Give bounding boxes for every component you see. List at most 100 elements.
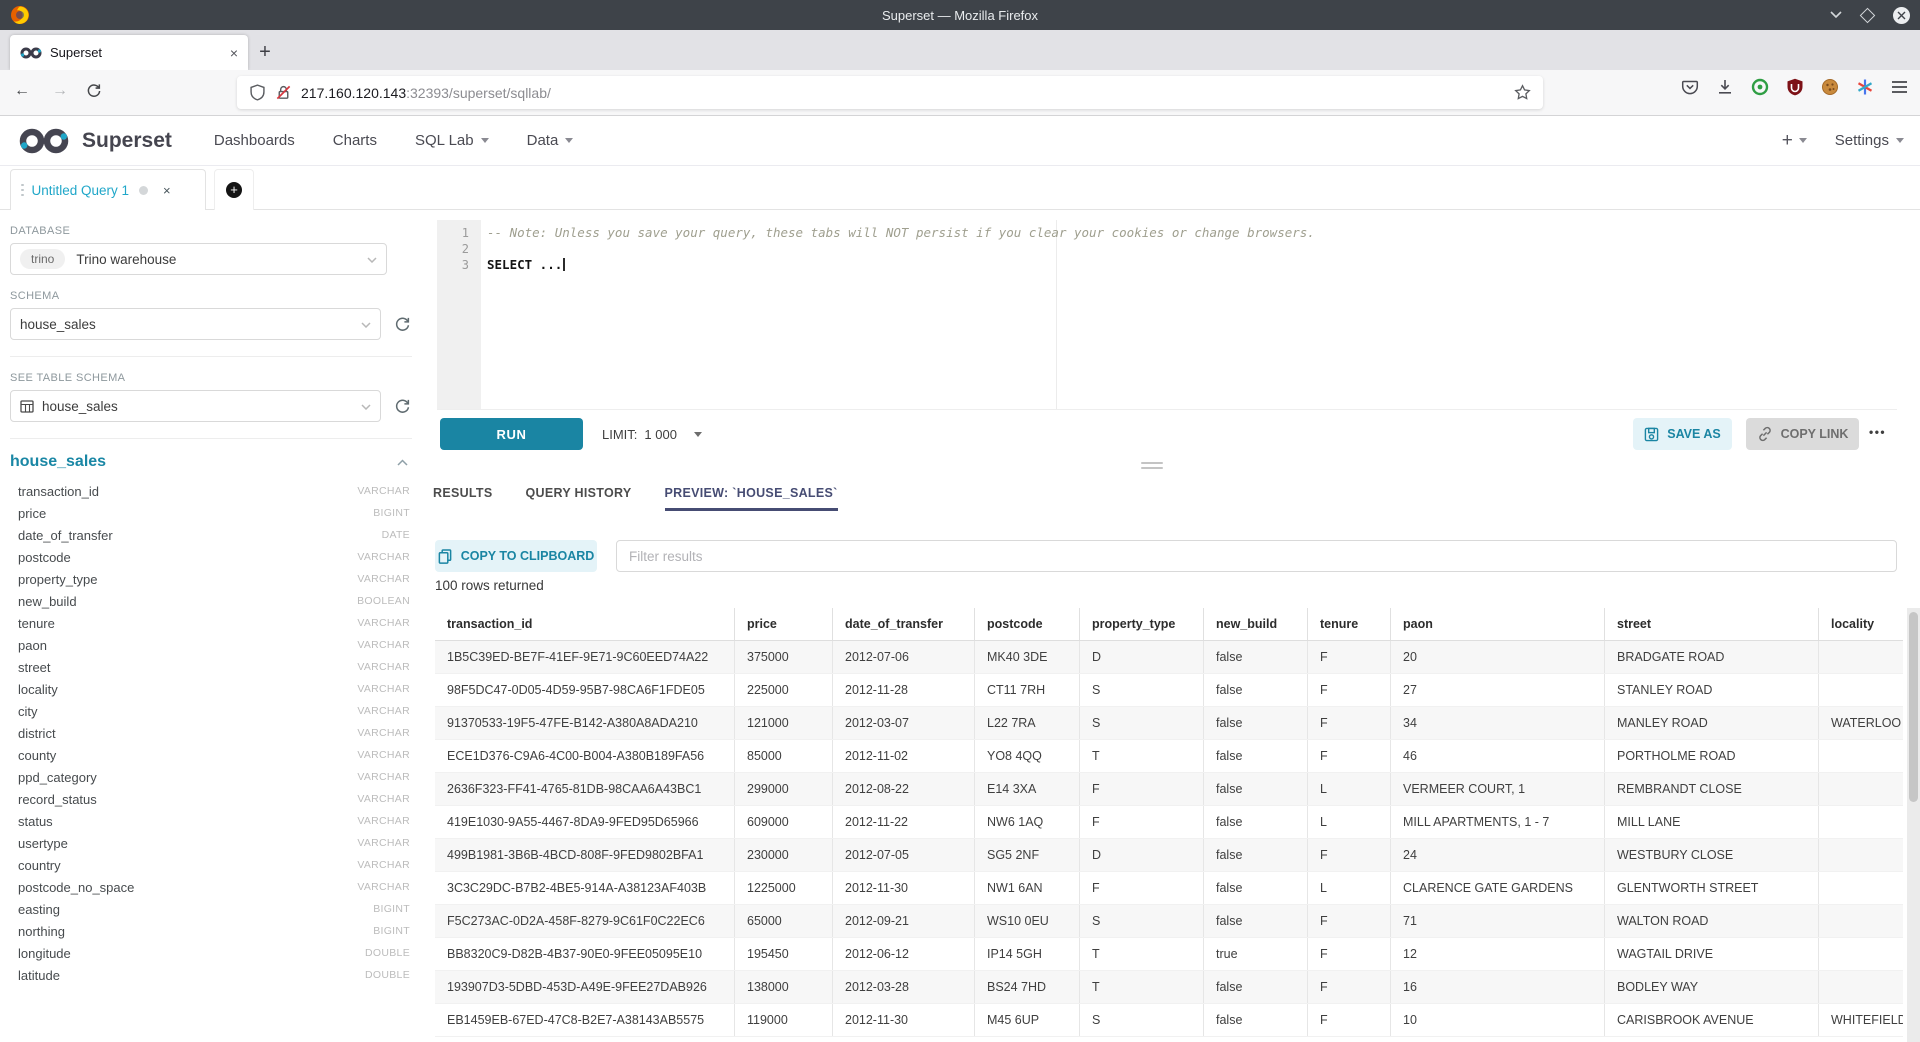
table-cell: PORTHOLME ROAD — [1605, 740, 1819, 772]
column-header-property_type[interactable]: property_type — [1080, 608, 1204, 640]
cookie-icon[interactable] — [1821, 78, 1839, 96]
table-icon — [20, 400, 34, 413]
copy-link-button[interactable]: COPY LINK — [1746, 418, 1859, 450]
results-scrollbar-thumb[interactable] — [1909, 612, 1918, 802]
database-select[interactable]: trino Trino warehouse — [10, 243, 387, 275]
more-actions-button[interactable]: ••• — [1869, 425, 1886, 439]
bookmark-star-icon[interactable] — [1514, 84, 1531, 101]
table-cell: F — [1080, 806, 1204, 838]
shield-icon[interactable] — [249, 84, 266, 101]
ublock-icon[interactable] — [1786, 78, 1804, 96]
nav-item-sql-lab[interactable]: SQL Lab — [415, 132, 489, 149]
drag-handle-icon[interactable] — [21, 184, 24, 197]
column-header-transaction_id[interactable]: transaction_id — [435, 608, 735, 640]
table-cell: BS24 7HD — [975, 971, 1080, 1003]
nav-item-data[interactable]: Data — [527, 132, 574, 149]
back-button[interactable]: ← — [10, 82, 34, 100]
nav-item-dashboards[interactable]: Dashboards — [214, 132, 295, 149]
window-close-icon[interactable] — [1893, 7, 1910, 24]
reload-button[interactable] — [86, 83, 110, 99]
table-row: 3C3C29DC-B7B2-4BE5-914A-A38123AF403B1225… — [435, 872, 1903, 905]
browser-tab[interactable]: Superset × — [10, 35, 248, 70]
table-cell: false — [1204, 773, 1308, 805]
limit-dropdown[interactable]: LIMIT: 1 000 — [602, 418, 702, 450]
settings-menu[interactable]: Settings — [1835, 132, 1904, 149]
hamburger-menu-icon[interactable] — [1891, 80, 1908, 94]
forward-button[interactable]: → — [48, 82, 72, 100]
column-type: VARCHAR — [357, 859, 410, 871]
refresh-table-icon[interactable] — [394, 398, 412, 415]
column-header-locality[interactable]: locality — [1819, 608, 1903, 640]
column-name: price — [18, 506, 46, 521]
column-type: VARCHAR — [357, 749, 410, 761]
table-cell: T — [1080, 938, 1204, 970]
table-cell: 10 — [1391, 1004, 1605, 1036]
table-row: 419E1030-9A55-4467-8DA9-9FED95D659666090… — [435, 806, 1903, 839]
url-bar[interactable]: 217.160.120.143:32393/superset/sqllab/ — [237, 76, 1543, 109]
table-cell: 2012-07-06 — [833, 641, 975, 673]
column-header-street[interactable]: street — [1605, 608, 1819, 640]
collapse-chevron-icon[interactable] — [397, 459, 408, 466]
results-tab-results[interactable]: RESULTS — [433, 478, 493, 511]
column-name: ppd_category — [18, 770, 97, 785]
schema-column-row: longitudeDOUBLE — [10, 942, 412, 964]
query-tab[interactable]: Untitled Query 1 × — [10, 169, 206, 210]
results-tab-query-history[interactable]: QUERY HISTORY — [526, 478, 632, 511]
window-maximize-icon[interactable] — [1860, 7, 1876, 23]
schema-column-row: transaction_idVARCHAR — [10, 480, 412, 502]
table-select[interactable]: house_sales — [10, 390, 381, 422]
table-cell: 138000 — [735, 971, 833, 1003]
refresh-schema-icon[interactable] — [394, 316, 412, 333]
column-name: easting — [18, 902, 60, 917]
filter-results-input[interactable] — [616, 540, 1897, 572]
table-cell: L — [1308, 872, 1391, 904]
column-header-new_build[interactable]: new_build — [1204, 608, 1308, 640]
column-header-postcode[interactable]: postcode — [975, 608, 1080, 640]
table-cell: L — [1308, 773, 1391, 805]
save-as-button[interactable]: SAVE AS — [1633, 418, 1732, 450]
schema-select[interactable]: house_sales — [10, 308, 381, 340]
asterisk-extension-icon[interactable] — [1856, 78, 1874, 96]
add-new-button[interactable]: + — [1782, 130, 1807, 152]
pane-resize-grip[interactable] — [1141, 462, 1163, 472]
table-cell: 609000 — [735, 806, 833, 838]
column-header-price[interactable]: price — [735, 608, 833, 640]
lock-disabled-icon[interactable] — [275, 84, 292, 101]
table-cell: false — [1204, 806, 1308, 838]
privacy-extension-icon[interactable] — [1751, 78, 1769, 96]
table-row: 193907D3-5DBD-453D-A49E-9FEE27DAB9261380… — [435, 971, 1903, 1004]
column-type: VARCHAR — [357, 705, 410, 717]
table-cell: F — [1080, 773, 1204, 805]
add-query-tab-button[interactable]: + — [214, 169, 254, 210]
copy-to-clipboard-button[interactable]: COPY TO CLIPBOARD — [435, 540, 597, 572]
table-cell: WATERLOO — [1819, 707, 1903, 739]
table-heading[interactable]: house_sales — [10, 453, 106, 471]
tab-close-icon[interactable]: × — [230, 45, 238, 61]
new-tab-button[interactable]: + — [248, 35, 282, 70]
table-cell: S — [1080, 707, 1204, 739]
table-cell: 12 — [1391, 938, 1605, 970]
table-cell: 98F5DC47-0D05-4D59-95B7-98CA6F1FDE05 — [435, 674, 735, 706]
table-cell: F — [1308, 971, 1391, 1003]
results-tab-preview-house-sales[interactable]: PREVIEW: `HOUSE_SALES` — [665, 478, 838, 511]
run-button[interactable]: RUN — [440, 418, 583, 450]
pocket-icon[interactable] — [1681, 78, 1699, 96]
column-header-date_of_transfer[interactable]: date_of_transfer — [833, 608, 975, 640]
nav-item-label: SQL Lab — [415, 132, 474, 149]
nav-item-charts[interactable]: Charts — [333, 132, 377, 149]
download-icon[interactable] — [1716, 78, 1734, 96]
sql-editor[interactable]: 123 -- Note: Unless you save your query,… — [437, 220, 1897, 410]
window-minimize-icon[interactable] — [1830, 11, 1842, 19]
table-cell: false — [1204, 641, 1308, 673]
schema-column-row: streetVARCHAR — [10, 656, 412, 678]
query-tab-close-icon[interactable]: × — [163, 183, 171, 198]
nav-item-label: Charts — [333, 132, 377, 149]
table-cell: T — [1080, 971, 1204, 1003]
column-name: usertype — [18, 836, 68, 851]
schema-column-row: record_statusVARCHAR — [10, 788, 412, 810]
column-header-paon[interactable]: paon — [1391, 608, 1605, 640]
column-header-tenure[interactable]: tenure — [1308, 608, 1391, 640]
schema-column-row: postcode_no_spaceVARCHAR — [10, 876, 412, 898]
chevron-down-icon — [367, 257, 377, 263]
superset-logo[interactable]: Superset — [16, 127, 172, 155]
